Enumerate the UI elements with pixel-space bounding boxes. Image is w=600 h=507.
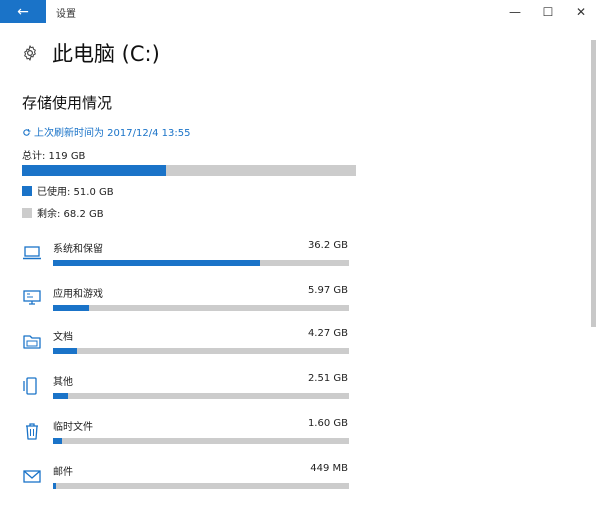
- minimize-icon: —: [509, 4, 521, 19]
- minimize-button[interactable]: —: [500, 0, 530, 23]
- category-row-temp-files[interactable]: 临时文件 1.60 GB: [0, 418, 360, 458]
- maximize-icon: ☐: [542, 4, 554, 19]
- back-button[interactable]: ←: [0, 0, 46, 23]
- gear-icon: [24, 45, 36, 61]
- category-bar: [53, 483, 349, 489]
- category-row-documents[interactable]: 文档 4.27 GB: [0, 328, 360, 368]
- trash-icon: [26, 423, 38, 440]
- category-row-mail[interactable]: 邮件 449 MB: [0, 463, 360, 503]
- category-label: 应用和游戏: [53, 289, 103, 300]
- category-bar: [53, 260, 349, 266]
- total-usage-bar: [22, 165, 356, 176]
- category-bar: [53, 305, 349, 311]
- close-button[interactable]: ✕: [566, 0, 596, 23]
- maximize-button[interactable]: ☐: [533, 0, 563, 23]
- category-bar-fill: [53, 348, 77, 354]
- laptop-icon: [23, 246, 41, 260]
- category-bar-fill: [53, 483, 56, 489]
- category-label: 文档: [53, 332, 73, 343]
- page-title: 此电脑 (C:): [52, 42, 160, 66]
- refresh-link[interactable]: 上次刷新时间为 2017/12/4 13:55: [22, 124, 190, 139]
- category-size: 4.27 GB: [307, 328, 348, 339]
- category-size: 2.51 GB: [307, 373, 348, 384]
- category-size: 5.97 GB: [307, 285, 348, 296]
- used-text: 已使用: 51.0 GB: [37, 187, 114, 198]
- legend-used: 已使用: 51.0 GB: [22, 183, 114, 198]
- category-bar: [53, 393, 349, 399]
- total-usage-fill: [22, 165, 166, 176]
- category-bar: [53, 438, 349, 444]
- total-capacity: 总计: 119 GB: [22, 151, 86, 162]
- refresh-text: 上次刷新时间为 2017/12/4 13:55: [34, 128, 191, 139]
- monitor-icon: [23, 290, 41, 305]
- window-title: 设置: [56, 9, 76, 20]
- free-swatch: [22, 207, 32, 218]
- category-row-system[interactable]: 系统和保留 36.2 GB: [0, 240, 360, 280]
- category-bar: [53, 348, 349, 354]
- category-size: 36.2 GB: [307, 240, 348, 251]
- category-label: 系统和保留: [53, 244, 103, 255]
- mail-icon: [23, 470, 41, 483]
- category-size: 1.60 GB: [307, 418, 348, 429]
- category-bar-fill: [53, 438, 62, 444]
- refresh-icon: [23, 129, 31, 136]
- title-bar: ← 设置 — ☐ ✕: [0, 0, 600, 23]
- category-label: 临时文件: [53, 422, 93, 433]
- category-bar-fill: [53, 393, 68, 399]
- scrollbar[interactable]: [591, 40, 596, 327]
- category-bar-fill: [53, 305, 89, 311]
- back-arrow-icon: ←: [17, 3, 29, 20]
- category-size: 449 MB: [310, 463, 348, 474]
- section-title: 存储使用情况: [22, 94, 113, 112]
- category-row-other[interactable]: 其他 2.51 GB: [0, 373, 360, 413]
- page-header: 此电脑 (C:): [20, 40, 160, 66]
- category-label: 邮件: [53, 467, 73, 478]
- legend-free: 剩余: 68.2 GB: [22, 205, 104, 220]
- used-swatch: [22, 185, 32, 196]
- free-text: 剩余: 68.2 GB: [37, 209, 104, 220]
- phone-icon: [23, 377, 37, 395]
- folder-icon: [23, 335, 41, 349]
- close-icon: ✕: [575, 4, 587, 19]
- category-row-apps[interactable]: 应用和游戏 5.97 GB: [0, 285, 360, 325]
- category-bar-fill: [53, 260, 261, 266]
- category-label: 其他: [53, 377, 73, 388]
